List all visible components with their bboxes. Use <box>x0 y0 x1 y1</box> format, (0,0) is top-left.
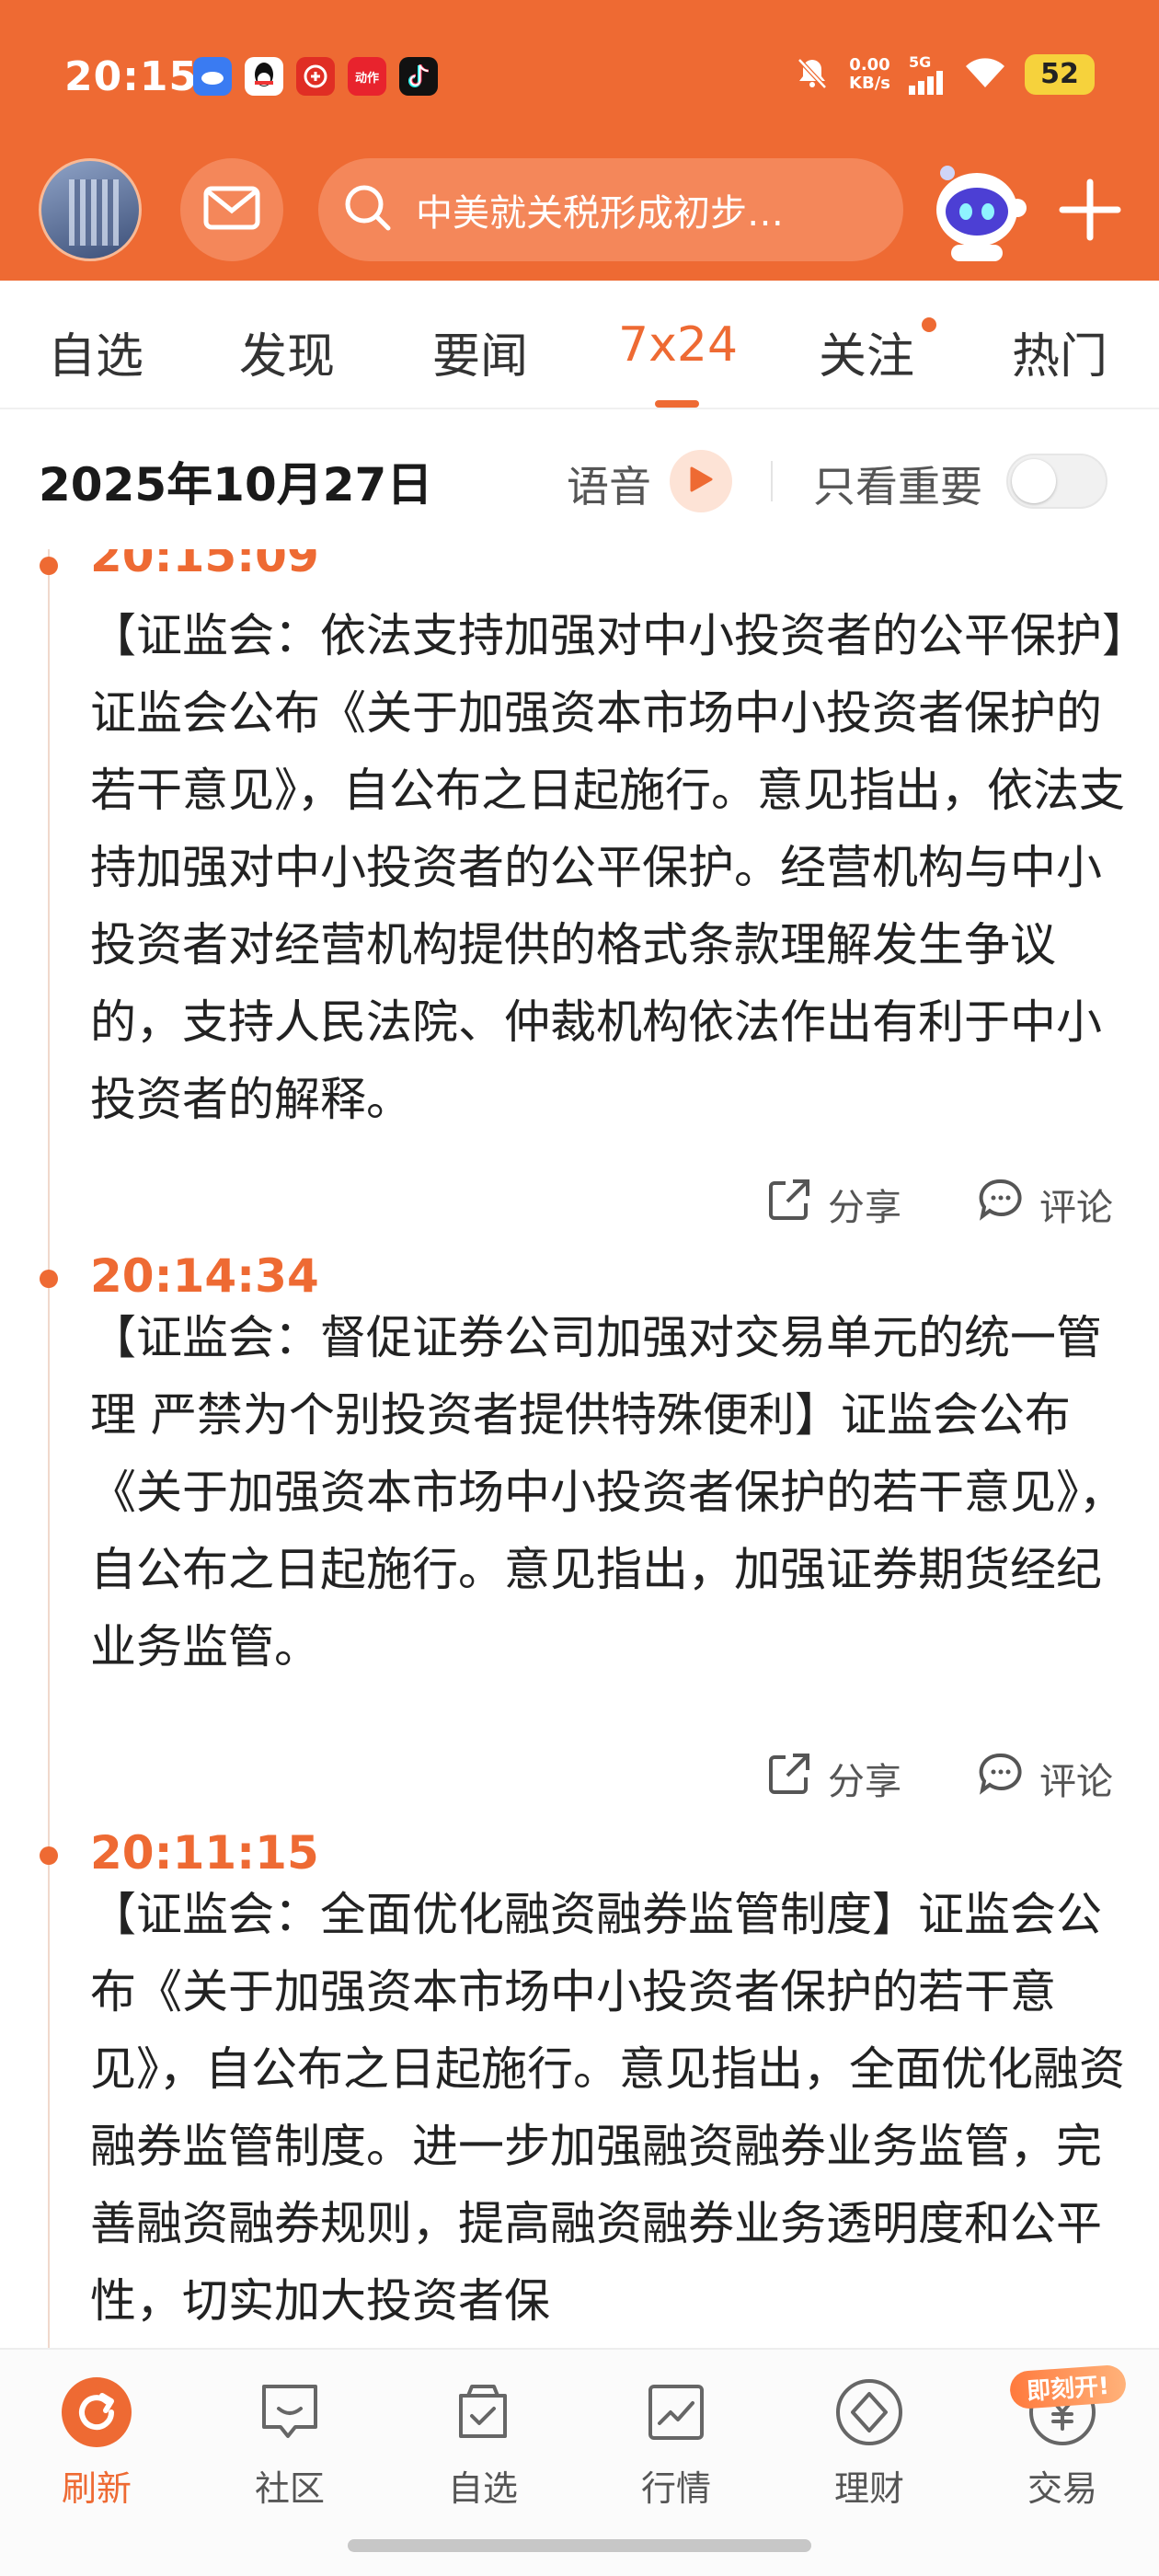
feed-date: 2025年10月27日 <box>39 458 433 512</box>
important-only-label: 只看重要 <box>813 462 982 512</box>
status-bar: 20:15 动作 0.00 KB/s 5G 52 <box>0 0 1159 156</box>
timeline-dot <box>40 1270 58 1288</box>
news-actions: 分享 评论 <box>0 1750 1159 1814</box>
wealth-icon <box>832 2375 906 2449</box>
news-time: 20:15:09 <box>90 549 319 582</box>
news-time: 20:11:15 <box>90 1826 319 1880</box>
tab-headlines[interactable]: 要闻 <box>432 317 528 386</box>
cellular-signal-icon: 5G <box>909 53 946 95</box>
timeline-line <box>48 549 50 2348</box>
share-label: 分享 <box>828 1187 901 1229</box>
play-icon <box>688 466 714 497</box>
search-suggestion-text: 中美就关税形成初步… <box>416 192 784 235</box>
robot-assistant-icon[interactable] <box>924 153 1036 265</box>
voice-label[interactable]: 语音 <box>567 454 651 514</box>
search-icon <box>340 180 396 239</box>
voice-play-button[interactable] <box>670 450 732 512</box>
tiktok-icon <box>399 57 438 96</box>
comment-icon <box>977 1176 1025 1233</box>
divider <box>771 461 773 501</box>
user-avatar[interactable] <box>39 158 142 261</box>
toggle-knob <box>1012 459 1056 503</box>
net-speed-unit: KB/s <box>849 73 890 93</box>
nav-refresh[interactable]: 刷新 <box>23 2375 170 2511</box>
tab-bar: 自选 发现 要闻 7x24 关注 热门 <box>0 281 1159 409</box>
plus-icon <box>1053 178 1127 250</box>
nav-watchlist[interactable]: 自选 <box>409 2375 557 2511</box>
tab-following[interactable]: 关注 <box>819 317 914 386</box>
wifi-icon <box>964 56 1006 93</box>
nav-label: 社区 <box>254 2468 325 2509</box>
nav-market[interactable]: 行情 <box>602 2375 750 2511</box>
nav-label: 自选 <box>447 2468 518 2509</box>
share-icon <box>765 1750 813 1807</box>
share-button[interactable]: 分享 <box>765 1750 901 1807</box>
watchlist-icon <box>446 2375 520 2449</box>
tab-watchlist[interactable]: 自选 <box>48 317 143 386</box>
timeline-dot <box>40 1846 58 1865</box>
add-button[interactable] <box>1053 173 1127 247</box>
tab-7x24[interactable]: 7x24 <box>618 317 738 373</box>
qq-icon <box>245 57 283 96</box>
market-chart-icon <box>639 2375 713 2449</box>
mute-icon <box>794 54 831 95</box>
status-time: 20:15 <box>64 53 199 100</box>
nav-label: 交易 <box>1027 2468 1097 2509</box>
net-speed-value: 0.00 <box>849 54 890 75</box>
home-indicator[interactable] <box>348 2539 811 2552</box>
important-only-toggle[interactable] <box>1006 454 1107 509</box>
comment-label: 评论 <box>1039 1187 1113 1229</box>
nav-label: 刷新 <box>61 2468 132 2509</box>
community-icon <box>253 2375 327 2449</box>
timeline-dot <box>40 557 58 575</box>
comment-icon <box>977 1750 1025 1807</box>
news-body: 【证监会：督促证券公司加强对交易单元的统一管理 严禁为个别投资者提供特殊便利】证… <box>90 1311 1125 1673</box>
comment-label: 评论 <box>1039 1761 1113 1803</box>
notification-app-icons: 动作 <box>193 57 438 96</box>
nav-wealth[interactable]: 理财 <box>796 2375 943 2511</box>
nav-community[interactable]: 社区 <box>216 2375 363 2511</box>
news-feed[interactable]: 20:15:09 【证监会：依法支持加强对中小投资者的公平保护】证监会公布《关于… <box>0 549 1159 2348</box>
comment-button[interactable]: 评论 <box>977 1176 1113 1233</box>
active-tab-indicator <box>655 400 699 408</box>
news-time: 20:14:34 <box>90 1249 319 1303</box>
system-icons: 0.00 KB/s 5G 52 <box>794 53 1095 95</box>
network-speed: 0.00 KB/s <box>849 54 890 93</box>
mail-button[interactable] <box>180 158 283 261</box>
nav-label: 行情 <box>640 2468 711 2509</box>
share-icon <box>765 1176 813 1233</box>
news-actions: 分享 评论 <box>0 1176 1159 1240</box>
signal-type: 5G <box>909 53 932 71</box>
news-body: 【证监会：依法支持加强对中小投资者的公平保护】证监会公布《关于加强资本市场中小投… <box>90 609 1125 1126</box>
promo-badge[interactable]: 即刻开! <box>1008 2363 1128 2410</box>
comment-button[interactable]: 评论 <box>977 1750 1113 1807</box>
search-box[interactable]: 中美就关税形成初步… <box>318 158 903 261</box>
share-button[interactable]: 分享 <box>765 1176 901 1233</box>
refresh-icon <box>60 2375 133 2449</box>
promo-app-icon: 动作 <box>348 57 386 96</box>
news-body: 【证监会：全面优化融资融券监管制度】证监会公布《关于加强资本市场中小投资者保护的… <box>90 1888 1125 2328</box>
share-label: 分享 <box>828 1761 901 1803</box>
tab-discover[interactable]: 发现 <box>239 317 335 386</box>
date-row: 2025年10月27日 语音 只看重要 <box>0 411 1159 549</box>
tab-hot[interactable]: 热门 <box>1012 317 1107 386</box>
cloud-app-icon <box>193 57 232 96</box>
mail-icon <box>203 186 260 234</box>
following-badge-dot <box>922 317 936 332</box>
nav-label: 理财 <box>833 2468 904 2509</box>
battery-indicator: 52 <box>1025 53 1095 95</box>
pinduoduo-icon <box>296 57 335 96</box>
app-header: 20:15 动作 0.00 KB/s 5G 52 中美就关税形成初步… <box>0 0 1159 281</box>
